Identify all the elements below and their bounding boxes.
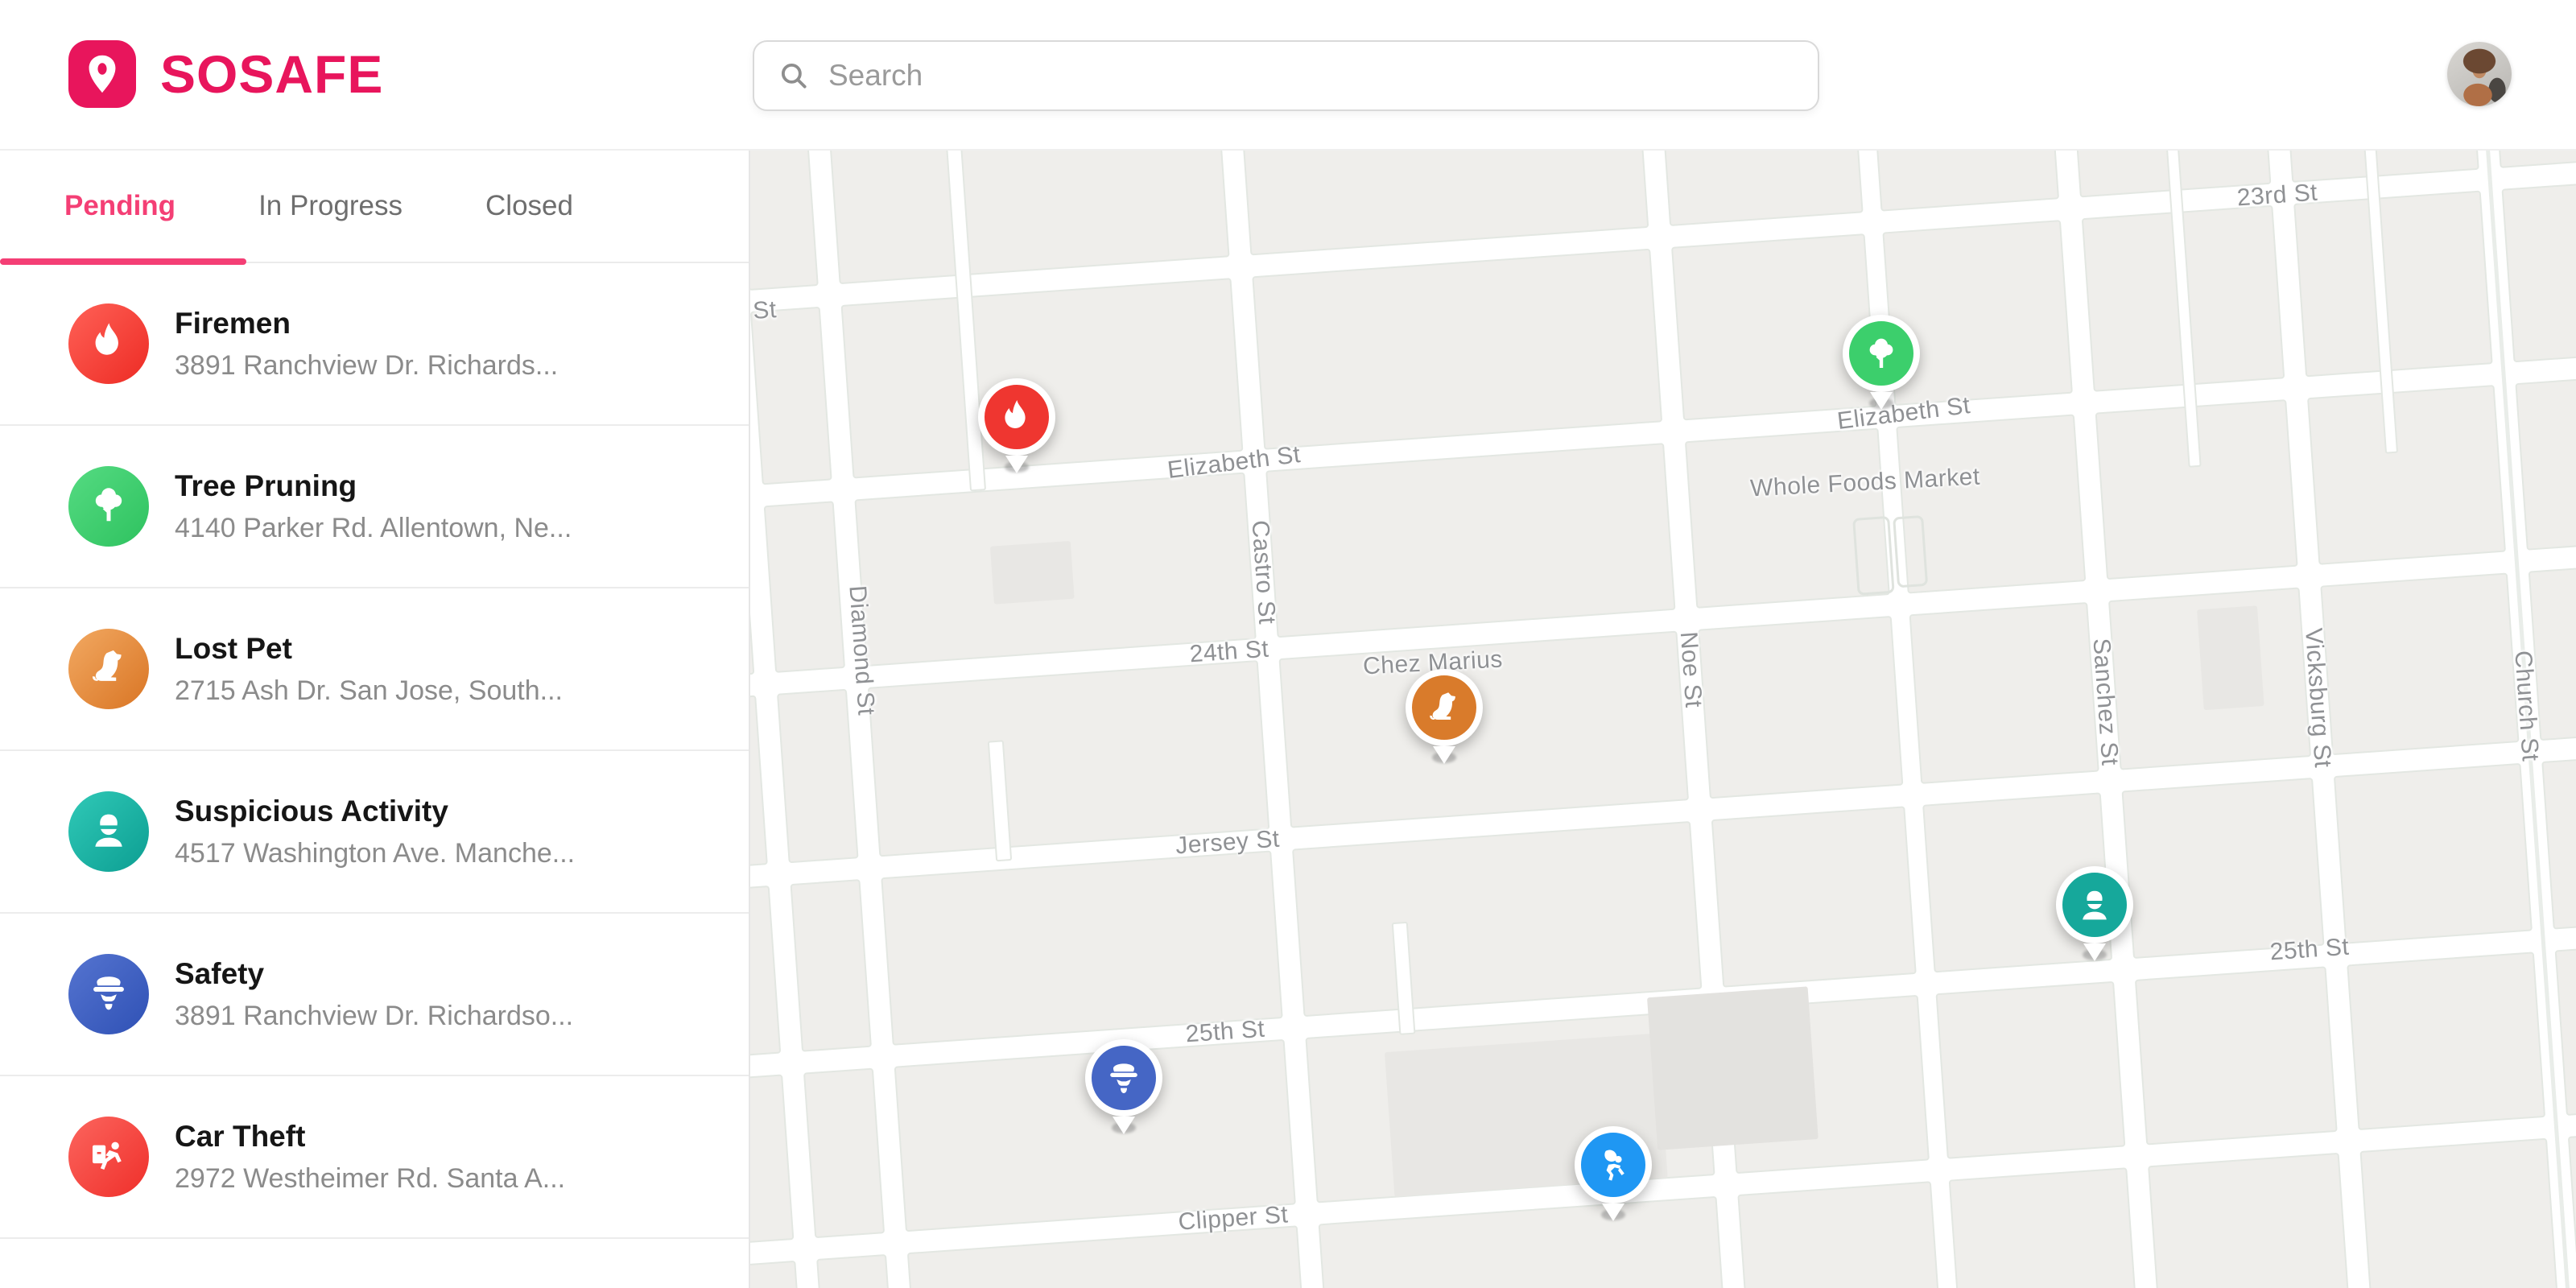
- incident-type: Firemen: [175, 307, 558, 341]
- map-overlay: 23rd St St Elizabeth St Elizabeth St 24th St…: [750, 151, 2576, 1288]
- incident-address: 4140 Parker Rd. Allentown, Ne...: [175, 513, 572, 544]
- street-label: Diamond St: [843, 584, 879, 716]
- incident-row[interactable]: Suspicious Activity 4517 Washington Ave.…: [0, 751, 749, 914]
- top-bar: SOSAFE Search: [0, 0, 2576, 151]
- street-label: 25th St: [2269, 934, 2351, 967]
- street-label: Clipper St: [1178, 1201, 1290, 1236]
- street-label: Sanchez St: [2087, 638, 2124, 766]
- incident-type: Safety: [175, 957, 573, 991]
- incident-type: Lost Pet: [175, 632, 563, 666]
- street-label: Church St: [2508, 650, 2544, 762]
- sosafe-shield-pin-icon: [68, 40, 136, 108]
- tab-in-progress[interactable]: In Progress: [258, 190, 402, 222]
- incident-panel: Pending In Progress Closed Firemen 3891 …: [0, 151, 750, 1288]
- incident-address: 2715 Ash Dr. San Jose, South...: [175, 675, 563, 707]
- street-label: Castro St: [1246, 519, 1281, 625]
- incident-row[interactable]: Firemen 3891 Ranchview Dr. Richards...: [0, 263, 749, 426]
- incident-address: 4517 Washington Ave. Manche...: [175, 838, 575, 869]
- car-theft-badge: [68, 1117, 149, 1197]
- incident-row[interactable]: Tree Pruning 4140 Parker Rd. Allentown, …: [0, 426, 749, 588]
- cat-icon: [87, 646, 130, 693]
- incident-type: Car Theft: [175, 1120, 565, 1154]
- flame-icon: [87, 320, 130, 368]
- map-canvas[interactable]: 23rd St St Elizabeth St Elizabeth St 24th St…: [750, 151, 2576, 1288]
- police-cap-icon: [87, 971, 130, 1018]
- incident-type: Tree Pruning: [175, 469, 572, 503]
- car-theft-icon: [87, 1133, 130, 1181]
- tab-closed[interactable]: Closed: [485, 190, 573, 222]
- street-label: St: [752, 296, 778, 325]
- incident-type: Suspicious Activity: [175, 795, 575, 828]
- incident-address: 2972 Westheimer Rd. Santa A...: [175, 1163, 565, 1195]
- flame-badge: [68, 303, 149, 384]
- street-label: Elizabeth St: [1166, 441, 1302, 485]
- street-label: Jersey St: [1174, 826, 1281, 861]
- user-avatar[interactable]: [2447, 42, 2512, 106]
- incident-address: 3891 Ranchview Dr. Richardso...: [175, 1001, 573, 1032]
- police-cap-badge: [68, 954, 149, 1034]
- active-tab-indicator: [0, 258, 246, 265]
- cat-icon: [1406, 669, 1483, 746]
- flame-icon: [978, 378, 1055, 456]
- cat-badge: [68, 629, 149, 709]
- brand-logo: SOSAFE: [68, 40, 383, 108]
- place-label: Whole Foods Market: [1749, 464, 1980, 503]
- incident-address: 3891 Ranchview Dr. Richards...: [175, 350, 558, 382]
- search-placeholder: Search: [828, 59, 923, 93]
- masked-person-icon: [87, 808, 130, 856]
- street-label: Vicksburg St: [2299, 627, 2336, 769]
- tree-icon: [87, 483, 130, 530]
- incident-list: Firemen 3891 Ranchview Dr. Richards... T…: [0, 263, 749, 1239]
- street-label: 23rd St: [2236, 180, 2318, 213]
- incident-row[interactable]: Car Theft 2972 Westheimer Rd. Santa A...: [0, 1076, 749, 1239]
- tab-pending[interactable]: Pending: [64, 190, 175, 222]
- brand-name: SOSAFE: [160, 43, 383, 105]
- search-input[interactable]: Search: [753, 40, 1819, 111]
- masked-person-icon: [2056, 866, 2133, 943]
- status-tabs: Pending In Progress Closed: [0, 151, 749, 263]
- incident-row[interactable]: Safety 3891 Ranchview Dr. Richardso...: [0, 914, 749, 1076]
- running-thief-icon: [1575, 1126, 1652, 1203]
- police-cap-icon: [1085, 1039, 1162, 1117]
- street-label: 24th St: [1189, 636, 1270, 669]
- street-label: Noe St: [1674, 631, 1707, 709]
- search-icon: [777, 59, 811, 93]
- tree-badge: [68, 466, 149, 547]
- street-label: Elizabeth St: [1836, 392, 1972, 436]
- street-label: 25th St: [1185, 1016, 1266, 1049]
- incident-row[interactable]: Lost Pet 2715 Ash Dr. San Jose, South...: [0, 588, 749, 751]
- tree-icon: [1843, 315, 1920, 392]
- masked-person-badge: [68, 791, 149, 872]
